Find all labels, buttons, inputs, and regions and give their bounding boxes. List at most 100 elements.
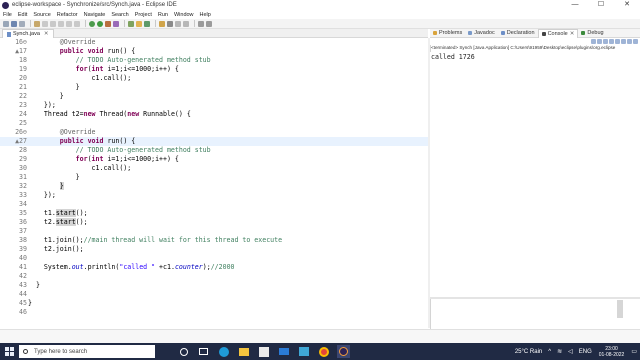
- console-vertical-scrollbar[interactable]: [617, 300, 623, 318]
- code-line[interactable]: ▲17 public void run() {: [0, 47, 428, 56]
- code-line[interactable]: 22 }: [0, 92, 428, 101]
- minimize-button[interactable]: —: [562, 0, 588, 10]
- run-icon[interactable]: [97, 20, 103, 27]
- code-line[interactable]: 42: [0, 272, 428, 281]
- volume-icon[interactable]: ◁: [568, 348, 573, 355]
- debug-icon[interactable]: [89, 20, 95, 27]
- terminate-console-icon[interactable]: [591, 39, 596, 44]
- menu-refactor[interactable]: Refactor: [57, 12, 78, 18]
- code-editor[interactable]: 16⊖ @Override ▲17 public void run() {18 /…: [0, 38, 428, 328]
- display-console-icon[interactable]: [627, 39, 632, 44]
- code-line[interactable]: 41 System.out.println("called " +c1.coun…: [0, 263, 428, 272]
- start-button[interactable]: [0, 343, 18, 360]
- new-java-project-icon[interactable]: [128, 20, 134, 27]
- edge-icon[interactable]: [217, 345, 230, 358]
- menu-project[interactable]: Project: [135, 12, 152, 18]
- code-line[interactable]: 45}: [0, 299, 428, 308]
- forward-icon[interactable]: [206, 20, 212, 27]
- open-type-icon[interactable]: [159, 20, 165, 27]
- close-tab-icon[interactable]: ✕: [44, 31, 49, 37]
- code-line[interactable]: 44: [0, 290, 428, 299]
- annotation-prev-icon[interactable]: [183, 20, 189, 27]
- file-explorer-icon[interactable]: [237, 345, 250, 358]
- code-line[interactable]: ▲27 public void run() {: [0, 137, 428, 146]
- code-line[interactable]: 29 for(int i=1;i<=1000;i++) {: [0, 155, 428, 164]
- maximize-button[interactable]: ☐: [588, 0, 614, 10]
- code-line[interactable]: 34: [0, 200, 428, 209]
- new-icon[interactable]: [3, 20, 9, 27]
- code-line[interactable]: 25: [0, 119, 428, 128]
- notifications-icon[interactable]: ▭: [631, 348, 637, 355]
- view-tab-declaration[interactable]: Declaration: [498, 29, 538, 38]
- code-line[interactable]: 18 // TODO Auto-generated method stub: [0, 56, 428, 65]
- close-view-icon[interactable]: ✕: [570, 31, 575, 37]
- code-line[interactable]: 43 }: [0, 281, 428, 290]
- menu-navigate[interactable]: Navigate: [84, 12, 106, 18]
- taskbar-search[interactable]: Type here to search: [19, 345, 155, 358]
- store-icon[interactable]: [257, 345, 270, 358]
- remove-launch-icon[interactable]: [597, 39, 602, 44]
- chrome-icon[interactable]: [317, 345, 330, 358]
- mail-icon[interactable]: [277, 345, 290, 358]
- notepad-icon[interactable]: [297, 345, 310, 358]
- skip-breakpoints-icon[interactable]: [34, 20, 40, 27]
- word-wrap-icon[interactable]: [615, 39, 620, 44]
- pin-console-icon[interactable]: [621, 39, 626, 44]
- task-view-icon[interactable]: [197, 345, 210, 358]
- view-tab-javadoc[interactable]: Javadoc: [465, 29, 498, 38]
- code-line[interactable]: 28 // TODO Auto-generated method stub: [0, 146, 428, 155]
- code-line[interactable]: 36 t2.start();: [0, 218, 428, 227]
- menu-edit[interactable]: Edit: [18, 12, 27, 18]
- code-line[interactable]: 16⊖ @Override: [0, 38, 428, 47]
- eclipse-taskbar-icon[interactable]: [337, 345, 350, 358]
- scroll-lock-icon[interactable]: [609, 39, 614, 44]
- view-tab-problems[interactable]: Problems: [430, 29, 465, 38]
- editor-tab-synch-java[interactable]: Synch.java ✕: [2, 29, 54, 38]
- console-horizontal-scrollbar[interactable]: [430, 297, 640, 299]
- clear-console-icon[interactable]: [603, 39, 608, 44]
- code-line[interactable]: 35 t1.start();: [0, 209, 428, 218]
- step-over-icon[interactable]: [74, 20, 80, 27]
- menu-file[interactable]: File: [3, 12, 12, 18]
- terminate-icon[interactable]: [58, 20, 64, 27]
- menu-source[interactable]: Source: [33, 12, 50, 18]
- external-tools-icon[interactable]: [113, 20, 119, 27]
- code-line[interactable]: 33 });: [0, 191, 428, 200]
- resume-icon[interactable]: [42, 20, 48, 27]
- code-line[interactable]: 26⊖ @Override: [0, 128, 428, 137]
- code-line[interactable]: 37: [0, 227, 428, 236]
- tray-overflow-icon[interactable]: ^: [548, 349, 551, 355]
- wifi-icon[interactable]: ≋: [557, 348, 562, 355]
- suspend-icon[interactable]: [50, 20, 56, 27]
- menu-help[interactable]: Help: [200, 12, 211, 18]
- code-line[interactable]: 23 });: [0, 101, 428, 110]
- weather-widget[interactable]: 25°C Rain: [515, 349, 542, 355]
- menu-window[interactable]: Window: [174, 12, 194, 18]
- view-tab-console[interactable]: Console ✕: [537, 28, 579, 38]
- code-line[interactable]: 20 c1.call();: [0, 74, 428, 83]
- console-output-area[interactable]: called 1726: [430, 52, 640, 297]
- cortana-icon[interactable]: [177, 345, 190, 358]
- close-button[interactable]: ✕: [614, 0, 640, 10]
- save-icon[interactable]: [11, 20, 17, 27]
- code-line[interactable]: 39 t2.join();: [0, 245, 428, 254]
- view-tab-debug[interactable]: Debug: [578, 29, 606, 38]
- code-line[interactable]: 38 t1.join();//main thread will wait for…: [0, 236, 428, 245]
- code-line[interactable]: 30 c1.call();: [0, 164, 428, 173]
- code-line[interactable]: 40: [0, 254, 428, 263]
- annotation-next-icon[interactable]: [175, 20, 181, 27]
- step-into-icon[interactable]: [66, 20, 72, 27]
- open-console-icon[interactable]: [633, 39, 638, 44]
- code-line[interactable]: 19 for(int i=1;i<=1000;i++) {: [0, 65, 428, 74]
- menu-run[interactable]: Run: [158, 12, 168, 18]
- code-line[interactable]: 32 }: [0, 182, 428, 191]
- back-icon[interactable]: [198, 20, 204, 27]
- code-line[interactable]: 31 }: [0, 173, 428, 182]
- menu-search[interactable]: Search: [111, 12, 128, 18]
- code-line[interactable]: 24 Thread t2=new Thread(new Runnable() {: [0, 110, 428, 119]
- new-package-icon[interactable]: [136, 20, 142, 27]
- language-indicator[interactable]: ENG: [579, 349, 592, 355]
- code-line[interactable]: 21 }: [0, 83, 428, 92]
- new-class-icon[interactable]: [144, 20, 150, 27]
- save-all-icon[interactable]: [19, 20, 25, 27]
